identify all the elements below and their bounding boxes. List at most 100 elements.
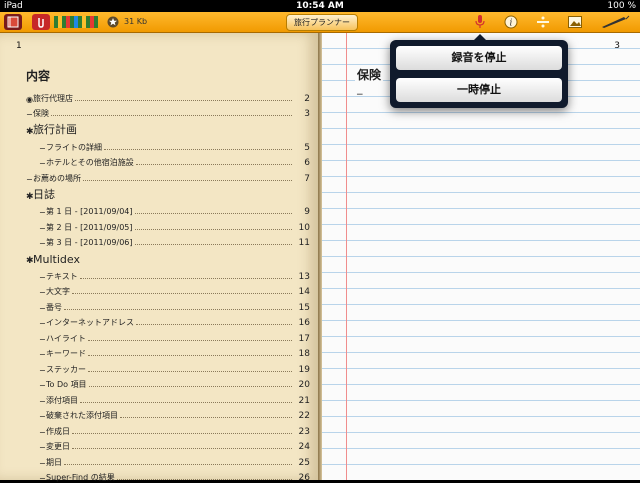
toc-page-number: 24 [294,442,310,452]
toc-bullet: − [39,239,45,248]
page-number-right: 3 [614,41,620,51]
toc-entry[interactable]: −作成日 23 [26,421,310,437]
toc-leader [88,340,292,341]
toc-label: 第 1 日 - [2011/09/04] [46,206,133,217]
toc-label: 作成日 [46,426,70,437]
toc-page-number: 13 [294,272,310,282]
toc-entry[interactable]: −テキスト 13 [26,266,310,282]
toc-page-number: 2 [294,94,310,104]
toc-label: 第 2 日 - [2011/09/05] [46,222,133,233]
toc-entry[interactable]: −ハイライト17 [26,328,310,344]
toc-leader [135,244,293,245]
pause-button[interactable]: 一時停止 [396,78,562,102]
toc-label: 大文字 [46,286,70,297]
toc-entry[interactable]: −To Do 項目20 [26,375,310,391]
note-bullet[interactable]: − [356,90,364,100]
toc-entry[interactable]: −フライトの詳細5 [26,137,310,153]
toc-page-number: 11 [294,238,310,248]
toc-bullet: − [39,273,45,282]
toc-leader [88,371,292,372]
toc-leader [135,213,293,214]
toc-bullet: ✱ [26,192,32,202]
star-icon[interactable] [106,14,120,30]
toc-leader [51,115,292,116]
toc-bullet: − [39,288,45,297]
divide-icon[interactable] [535,14,551,30]
status-bar: iPad 10:54 AM 100 % [0,0,640,12]
toc-bullet: ✱ [26,127,32,137]
table-of-contents: ◉旅行代理店2−保険3✱旅行計画−フライトの詳細5−ホテルとその他宿泊施設6−お… [26,88,310,483]
page-number-left: 1 [16,41,22,51]
toc-label: お薦めの場所 [33,173,81,184]
toc-entry[interactable]: −第 3 日 - [2011/09/06] 11 [26,233,310,249]
toc-page-number: 22 [294,411,310,421]
file-size: 31 Kb [124,14,147,30]
toc-page-number: 16 [294,318,310,328]
toc-label: ホテルとその他宿泊施設 [46,157,134,168]
left-page: 1 内容 ◉旅行代理店2−保険3✱旅行計画−フライトの詳細5−ホテルとその他宿泊… [0,33,319,480]
toc-entry[interactable]: −大文字14 [26,282,310,298]
toc-entry[interactable]: −番号15 [26,297,310,313]
toc-label: 破棄された添付項目 [46,410,118,421]
toc-label: テキスト [46,271,78,282]
image-icon[interactable] [567,14,583,30]
toc-entry[interactable]: −第 1 日 - [2011/09/04] 9 [26,202,310,218]
stop-recording-button[interactable]: 録音を停止 [396,46,562,70]
toc-entry[interactable]: −インターネットアドレス16 [26,313,310,329]
toc-bullet: − [39,459,45,468]
toc-entry[interactable]: −ステッカー19 [26,359,310,375]
pen-icon[interactable] [598,14,632,30]
pencils-icon[interactable] [54,14,98,30]
toc-entry[interactable]: −Super-Find の結果26 [26,468,310,483]
toc-entry[interactable]: −期日 25 [26,452,310,468]
toc-bullet: − [39,381,45,390]
toc-bullet: − [39,304,45,313]
toc-entry[interactable]: −変更日24 [26,437,310,453]
notebook-icon[interactable] [4,14,22,30]
note-heading[interactable]: 保険 [355,66,383,83]
svg-text:i: i [510,19,513,29]
toc-entry[interactable]: ◉旅行代理店 2 [26,88,310,104]
toc-label: ハイライト [46,333,86,344]
battery-label: 100 % [607,0,636,12]
toc-section[interactable]: ✱日誌 [26,184,310,202]
toc-entry[interactable]: −ホテルとその他宿泊施設 6 [26,153,310,169]
toc-leader [120,417,292,418]
toc-section[interactable]: ✱旅行計画 [26,119,310,137]
toc-page-number: 17 [294,334,310,344]
document-title[interactable]: 旅行プランナー [286,14,358,31]
toc-label: 旅行代理店 [33,93,73,104]
toc-entry[interactable]: −保険3 [26,104,310,120]
toc-entry[interactable]: −破棄された添付項目22 [26,406,310,422]
toc-page-number: 25 [294,458,310,468]
toc-label: 旅行計画 [33,121,77,137]
toc-leader [72,433,292,434]
toc-bullet: − [39,428,45,437]
toc-entry[interactable]: −第 2 日 - [2011/09/05]10 [26,217,310,233]
toc-label: キーワード [46,348,86,359]
toc-page-number: 15 [294,303,310,313]
toc-page-number: 23 [294,427,310,437]
microphone-icon[interactable] [472,14,488,30]
toc-bullet: − [39,159,45,168]
toc-page-number: 6 [294,158,310,168]
toc-label: Super-Find の結果 [46,472,115,483]
toc-leader [88,355,292,356]
toc-bullet: − [39,319,45,328]
toc-label: Multidex [33,253,80,266]
clip-icon[interactable] [32,14,50,30]
toc-label: 第 3 日 - [2011/09/06] [46,237,133,248]
toc-page-number: 9 [294,207,310,217]
toc-bullet: ◉ [26,95,32,104]
toc-leader [80,402,292,403]
toc-label: ステッカー [46,364,86,375]
toc-entry[interactable]: −お薦めの場所7 [26,168,310,184]
toc-entry[interactable]: −キーワード18 [26,344,310,360]
toc-bullet: − [39,208,45,217]
toc-label: 期日 [46,457,62,468]
toc-page-number: 7 [294,174,310,184]
toc-label: フライトの詳細 [46,142,102,153]
toc-section[interactable]: ✱Multidex [26,248,310,266]
info-icon[interactable]: i [503,14,519,30]
toc-entry[interactable]: −添付項目21 [26,390,310,406]
